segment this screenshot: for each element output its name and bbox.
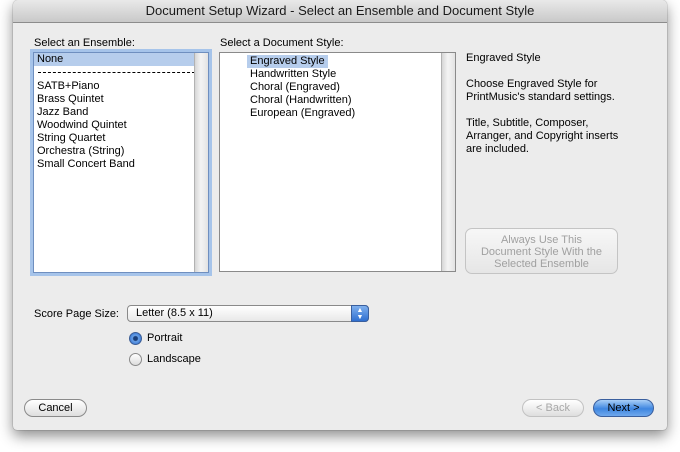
portrait-radio[interactable] <box>129 332 142 345</box>
style-item-choral-handwritten[interactable]: Choral (Handwritten) <box>247 94 354 107</box>
ensemble-item-brass-quintet[interactable]: Brass Quintet <box>34 93 107 106</box>
style-item-choral-engraved[interactable]: Choral (Engraved) <box>247 81 343 94</box>
landscape-radio[interactable] <box>129 353 142 366</box>
description-line-3: Title, Subtitle, Composer, <box>466 117 589 129</box>
landscape-label: Landscape <box>147 353 201 365</box>
next-button[interactable]: Next > <box>593 399 654 417</box>
portrait-label: Portrait <box>147 332 183 344</box>
description-line-2: PrintMusic's standard settings. <box>466 91 615 103</box>
description-line-4: Arranger, and Copyright inserts <box>466 130 619 142</box>
ensemble-scrollbar[interactable] <box>194 53 208 272</box>
always-use-line-1: Always Use This <box>500 234 583 246</box>
always-use-line-3: Selected Ensemble <box>494 258 589 270</box>
back-button[interactable]: < Back <box>522 399 584 417</box>
style-label: Select a Document Style: <box>220 37 344 49</box>
style-item-handwritten[interactable]: Handwritten Style <box>247 68 339 81</box>
ensemble-list[interactable]: None SATB+Piano Brass Quintet Jazz Band … <box>33 52 209 273</box>
ensemble-item-none[interactable]: None <box>34 53 200 66</box>
wizard-window: Document Setup Wizard - Select an Ensemb… <box>13 0 667 430</box>
ensemble-item-satb-piano[interactable]: SATB+Piano <box>34 80 102 93</box>
ensemble-item-string-quartet[interactable]: String Quartet <box>34 132 108 145</box>
ensemble-item-jazz-band[interactable]: Jazz Band <box>34 106 91 119</box>
always-use-line-2: Document Style With the <box>480 246 603 258</box>
ensemble-item-orchestra-string[interactable]: Orchestra (String) <box>34 145 127 158</box>
style-list[interactable]: Engraved Style Handwritten Style Choral … <box>219 52 456 272</box>
always-use-style-button[interactable]: Always Use This Document Style With the … <box>465 228 618 274</box>
description-line-5: are included. <box>466 143 529 155</box>
popup-arrows-icon: ▲ ▼ <box>351 305 369 322</box>
ensemble-item-woodwind-quintet[interactable]: Woodwind Quintet <box>34 119 130 132</box>
page-size-value: Letter (8.5 x 11) <box>136 307 213 319</box>
page-size-label: Score Page Size: <box>34 308 119 320</box>
ensemble-label: Select an Ensemble: <box>34 37 135 49</box>
description-line-1: Choose Engraved Style for <box>466 78 598 90</box>
description-title: Engraved Style <box>466 52 541 64</box>
style-item-engraved[interactable]: Engraved Style <box>247 55 328 68</box>
window-title: Document Setup Wizard - Select an Ensemb… <box>13 0 667 23</box>
style-item-european-engraved[interactable]: European (Engraved) <box>247 107 358 120</box>
list-separator <box>38 72 195 73</box>
page-size-popup[interactable]: Letter (8.5 x 11) ▲ ▼ <box>127 305 369 322</box>
style-scrollbar[interactable] <box>441 53 455 271</box>
cancel-button[interactable]: Cancel <box>24 399 87 417</box>
ensemble-item-small-concert-band[interactable]: Small Concert Band <box>34 158 138 171</box>
